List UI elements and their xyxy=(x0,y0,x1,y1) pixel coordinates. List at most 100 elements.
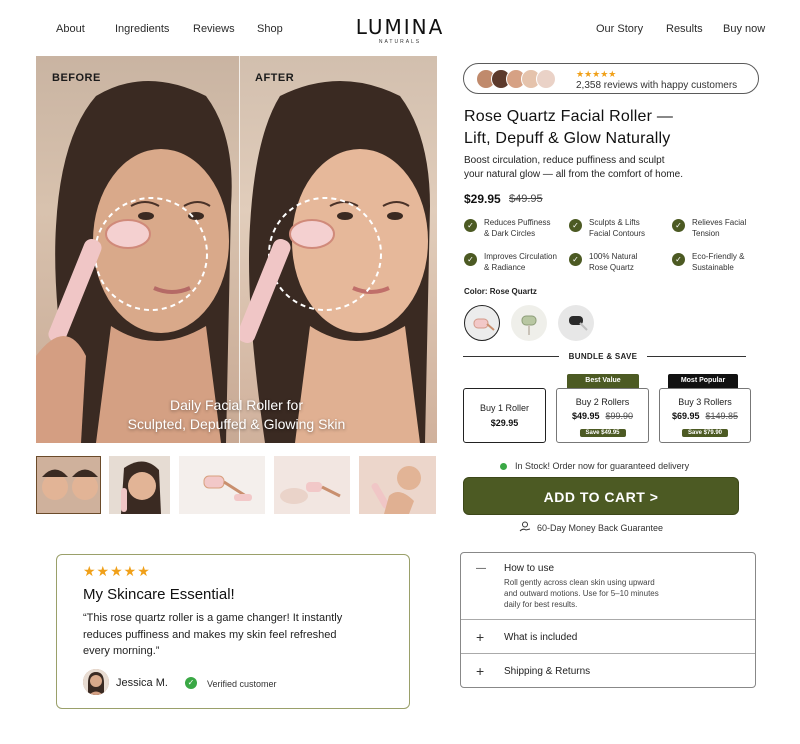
nav-results[interactable]: Results xyxy=(666,23,703,35)
bundle-prices: $69.95 $149.85 xyxy=(660,411,750,421)
bundle-option-2[interactable]: Buy 2 Rollers $49.95 $99.90 Save $49.95 xyxy=(556,388,649,443)
in-stock-dot-icon xyxy=(500,463,507,470)
thumbnail-roller-detail[interactable] xyxy=(274,456,350,514)
thumbnail-model[interactable] xyxy=(109,456,170,514)
bundle-divider-left xyxy=(463,356,559,357)
quote-line: reduces puffiness and makes my skin feel… xyxy=(83,628,337,641)
feature-item: ✓ Relieves Facial Tension xyxy=(672,217,772,243)
before-label: BEFORE xyxy=(52,72,101,84)
bundle-divider-right xyxy=(647,356,746,357)
verified-check-icon: ✓ xyxy=(185,677,197,689)
bundle-name: Buy 1 Roller xyxy=(479,403,530,413)
product-subtitle: Boost circulation, reduce puffiness and … xyxy=(464,154,764,182)
reviews-count-text: 2,358 reviews with happy customers xyxy=(576,80,738,91)
feature-line: Rose Quartz xyxy=(589,263,634,272)
accordion-shipping-returns[interactable]: + Shipping & Returns xyxy=(461,654,755,687)
feature-item: ✓ Improves Circulation & Radiance xyxy=(464,251,564,277)
accordion-body-line: daily for best results. xyxy=(504,600,578,609)
thumbnail-roller[interactable] xyxy=(179,456,265,514)
accordion-title: What is included xyxy=(504,632,578,643)
hero-caption-line1: Daily Facial Roller for xyxy=(169,397,304,413)
bundle-name: Buy 3 Rollers xyxy=(678,397,732,407)
add-to-cart-button[interactable]: ADD TO CART > xyxy=(463,477,739,515)
swatch-jade[interactable] xyxy=(511,305,547,341)
quote-line: every morning.” xyxy=(83,645,160,657)
accordion-body: Roll gently across clean skin using upwa… xyxy=(504,577,704,610)
feature-line: & Radiance xyxy=(484,263,526,272)
feature-line: Reduces Puffiness xyxy=(484,218,551,227)
feature-line: Facial Contours xyxy=(589,229,646,238)
nav-our-story[interactable]: Our Story xyxy=(596,23,643,35)
bundle-old-price: $99.90 xyxy=(605,411,634,421)
product-subtitle-line1: Boost circulation, reduce puffiness and … xyxy=(464,155,665,166)
product-info-accordion: — How to use Roll gently across clean sk… xyxy=(460,552,756,688)
bundle-option-1[interactable]: Buy 1 Roller $29.95 xyxy=(463,388,546,443)
check-circle-icon: ✓ xyxy=(569,253,582,266)
collapse-minus-icon: — xyxy=(476,563,486,574)
bundle-price: $69.95 xyxy=(671,411,700,421)
avatar xyxy=(83,669,109,695)
check-circle-icon: ✓ xyxy=(464,253,477,266)
thumb-faces-icon xyxy=(42,469,98,500)
feature-item: ✓ Sculpts & Lifts Facial Contours xyxy=(569,217,669,243)
thumb-roller-icon xyxy=(203,475,252,501)
after-face-illustration xyxy=(240,81,430,443)
reviews-summary-pill[interactable]: ★★★★★ 2,358 reviews with happy customers xyxy=(463,63,759,94)
bundle-price: $49.95 xyxy=(571,411,600,421)
feature-line: Tension xyxy=(692,229,720,238)
check-circle-icon: ✓ xyxy=(672,253,685,266)
feature-item: ✓ Reduces Puffiness & Dark Circles xyxy=(464,217,564,243)
swatch-rose-quartz[interactable] xyxy=(464,305,500,341)
stock-text: In Stock! Order now for guaranteed deliv… xyxy=(515,461,690,471)
product-title: Rose Quartz Facial Roller — Lift, Depuff… xyxy=(464,106,764,150)
hero-caption: Daily Facial Roller for Sculpted, Depuff… xyxy=(36,396,437,434)
product-price: $29.95 xyxy=(464,192,501,206)
feature-line: Improves Circulation xyxy=(484,252,557,261)
feature-line: Eco-Friendly & xyxy=(692,252,745,261)
product-title-line2: Lift, Depuff & Glow Naturally xyxy=(464,130,671,147)
bundle-old-price: $149.85 xyxy=(705,411,739,421)
check-circle-icon: ✓ xyxy=(672,219,685,232)
thumb-model-icon xyxy=(121,461,161,514)
feature-line: 100% Natural xyxy=(589,252,638,261)
bundle-option-3[interactable]: Buy 3 Rollers $69.95 $149.85 Save $79.90 xyxy=(659,388,751,443)
swatch-black-obsidian[interactable] xyxy=(558,305,594,341)
check-circle-icon: ✓ xyxy=(464,219,477,232)
rating-stars-icon: ★★★★★ xyxy=(576,69,617,79)
feature-line: Relieves Facial xyxy=(692,218,747,227)
testimonial-stars-icon: ★★★★★ xyxy=(83,563,151,579)
testimonial-title: My Skincare Essential! xyxy=(83,586,235,603)
customer-avatars xyxy=(476,69,566,89)
feature-item: ✓ Eco-Friendly & Sustainable xyxy=(672,251,772,277)
product-old-price: $49.95 xyxy=(509,193,543,205)
customer-name: Jessica M. xyxy=(116,677,168,689)
feature-line: Sculpts & Lifts xyxy=(589,218,640,227)
before-photo xyxy=(36,56,239,443)
thumbnail-in-use[interactable] xyxy=(359,456,436,514)
before-face-illustration xyxy=(36,81,232,443)
expand-plus-icon: + xyxy=(476,629,485,645)
nav-buy-now[interactable]: Buy now xyxy=(723,23,765,35)
avatar xyxy=(536,69,556,89)
product-subtitle-line2: your natural glow — all from the comfort… xyxy=(464,169,683,180)
bundle-title: BUNDLE & SAVE xyxy=(568,352,638,361)
hero-caption-line2: Sculpted, Depuffed & Glowing Skin xyxy=(127,416,346,432)
bundle-name: Buy 2 Rollers xyxy=(575,397,630,407)
accordion-what-is-included[interactable]: + What is included xyxy=(461,620,755,653)
testimonial-quote: “This rose quartz roller is a game chang… xyxy=(83,610,393,660)
thumb-detail-icon xyxy=(280,482,341,504)
accordion-how-to-use[interactable]: — How to use Roll gently across clean sk… xyxy=(461,553,755,619)
hand-coin-icon xyxy=(519,521,531,532)
obsidian-roller-icon xyxy=(569,316,588,331)
bundle-prices: $49.95 $99.90 xyxy=(557,411,648,421)
verified-text: Verified customer xyxy=(207,679,277,689)
accordion-title: Shipping & Returns xyxy=(504,666,591,677)
top-nav: About Ingredients Reviews Shop LUMINA NA… xyxy=(0,0,800,56)
bundle-save-badge: Save $79.90 xyxy=(681,429,729,437)
hero-before-after-image: BEFORE AFTER Daily Facial Roller for Scu… xyxy=(36,56,437,443)
customer-photo xyxy=(83,669,109,695)
feature-line: Sustainable xyxy=(692,263,734,272)
expand-plus-icon: + xyxy=(476,663,485,679)
thumbnail-before-after[interactable] xyxy=(36,456,101,514)
bundle-save-badge: Save $49.95 xyxy=(579,429,626,437)
